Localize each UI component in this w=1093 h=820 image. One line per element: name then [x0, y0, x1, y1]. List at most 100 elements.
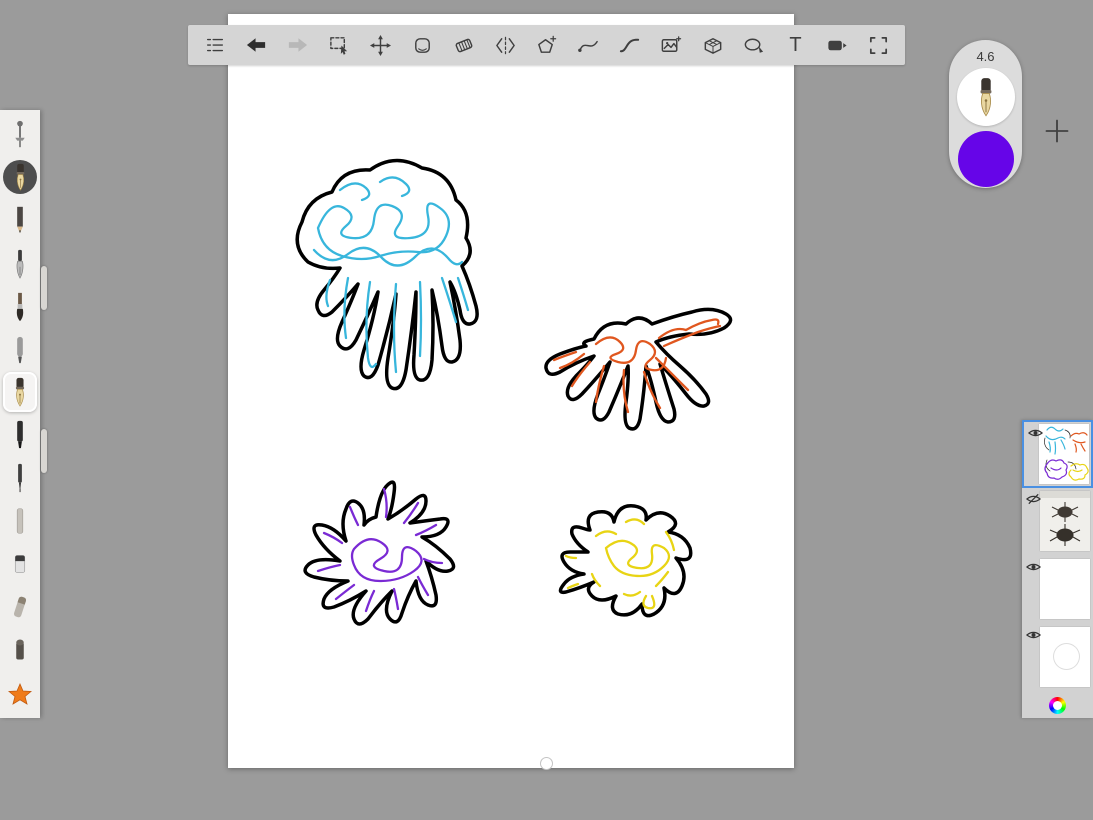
- move-button[interactable]: [367, 29, 394, 61]
- photo-plus-icon: [661, 35, 682, 52]
- eraser-block-icon: [414, 37, 430, 53]
- perspective-grid-button[interactable]: [699, 29, 726, 61]
- tool-current-preview[interactable]: [0, 156, 40, 198]
- doodle-crab: [544, 307, 733, 431]
- undo-button[interactable]: [243, 29, 270, 61]
- menu-button[interactable]: [201, 29, 228, 61]
- eye-open-icon: [1026, 631, 1041, 639]
- media-card-icon: [828, 40, 847, 50]
- frame-button[interactable]: [865, 29, 892, 61]
- doodle-outline: [544, 307, 733, 431]
- doodle-jellyfish: [295, 158, 479, 391]
- canvas-page[interactable]: [228, 14, 794, 770]
- color-swatch[interactable]: [957, 131, 1014, 187]
- drawing-app: T 4.6: [0, 0, 1093, 820]
- layer-row-background[interactable]: [1022, 624, 1093, 692]
- current-tool-circle: [3, 160, 37, 195]
- fountain-pen-icon: [15, 163, 25, 191]
- fineliner-icon: [18, 463, 22, 492]
- layers-panel: [1022, 420, 1093, 718]
- spline-button[interactable]: [616, 29, 643, 61]
- eye-open-icon: [1028, 429, 1043, 437]
- select-button[interactable]: [326, 29, 353, 61]
- tool-fineliner[interactable]: [0, 457, 40, 499]
- hatch-eraser-button[interactable]: [450, 29, 477, 61]
- split-stroke-button[interactable]: [492, 29, 519, 61]
- plus-icon: [1045, 119, 1069, 143]
- eye-icon[interactable]: [1028, 427, 1043, 442]
- pastel-stick-icon: [16, 508, 24, 534]
- tool-marker[interactable]: [0, 414, 40, 456]
- media-button[interactable]: [824, 29, 851, 61]
- doodle-outline: [303, 480, 456, 626]
- tool-blender[interactable]: [0, 586, 40, 628]
- undo-arrow-icon: [246, 38, 265, 52]
- s-curve-icon: [619, 38, 640, 52]
- layer-row-photo[interactable]: [1022, 488, 1093, 556]
- tool-pin[interactable]: [0, 113, 40, 155]
- reference-photo-thumbnail: [1040, 491, 1090, 551]
- airbrush-icon: [17, 336, 23, 364]
- bullet-marker-icon: [16, 639, 24, 660]
- curve-button[interactable]: [575, 29, 602, 61]
- current-brush-button[interactable]: [956, 68, 1015, 126]
- layer-thumbnail: [1040, 559, 1090, 619]
- list-icon: [206, 38, 223, 52]
- canvas-resize-handle[interactable]: [540, 757, 553, 770]
- tool-group-handle[interactable]: [41, 266, 47, 310]
- tool-fountain-pen[interactable]: [3, 372, 37, 413]
- top-toolbar: T: [188, 25, 905, 65]
- pin-tool-icon: [15, 120, 25, 148]
- add-layer-button[interactable]: [1040, 114, 1074, 148]
- eye-open-icon: [1026, 563, 1041, 571]
- paint-brush-icon: [16, 292, 24, 321]
- shapes-button[interactable]: [741, 29, 768, 61]
- text-tool-button[interactable]: T: [782, 29, 809, 61]
- move-arrows-icon: [369, 34, 392, 56]
- pentagon-plus-icon: [538, 35, 557, 53]
- tool-paint-brush[interactable]: [0, 286, 40, 328]
- duplicate-shape-button[interactable]: [533, 29, 560, 61]
- tool-rail: [0, 110, 40, 718]
- striped-parallelogram-icon: [455, 38, 472, 52]
- doodle-spiky: [303, 480, 456, 626]
- creatures-mini-thumbnail: [1044, 426, 1089, 481]
- color-wheel-center: [1053, 700, 1062, 710]
- doodle-splat: [558, 504, 693, 618]
- ellipse-pen-icon: [744, 38, 764, 53]
- tool-group-handle[interactable]: [41, 429, 47, 473]
- ink-nib-icon: [16, 249, 24, 279]
- color-wheel-icon[interactable]: [1049, 696, 1066, 714]
- split-chevrons-icon: [495, 36, 515, 54]
- blender-icon: [13, 597, 27, 618]
- background-color-circle: [1054, 644, 1079, 669]
- tool-pastel[interactable]: [0, 500, 40, 542]
- redo-button[interactable]: [284, 29, 311, 61]
- eye-icon[interactable]: [1026, 561, 1041, 576]
- tool-favorites[interactable]: [0, 673, 40, 715]
- brush-settings-panel: 4.6: [949, 40, 1022, 188]
- tool-airbrush[interactable]: [0, 329, 40, 371]
- tool-ink-pen[interactable]: [0, 243, 40, 285]
- color-wheel-row: [1022, 692, 1093, 718]
- tool-bullet-marker[interactable]: [0, 630, 40, 672]
- layer-thumbnail: [1040, 491, 1090, 551]
- doodle-outline: [295, 158, 479, 391]
- marker-icon: [17, 420, 23, 448]
- layer-row-empty[interactable]: [1022, 556, 1093, 624]
- insert-image-button[interactable]: [658, 29, 685, 61]
- curve-dot-icon: [577, 40, 598, 52]
- favorites-star-icon: [8, 682, 32, 705]
- eraser-icon: [14, 555, 26, 573]
- brush-size-value[interactable]: 4.6: [976, 49, 994, 66]
- fountain-pen-nib-icon: [979, 77, 992, 117]
- eraser-button[interactable]: [409, 29, 436, 61]
- eye-icon[interactable]: [1025, 493, 1042, 508]
- eye-off-icon: [1025, 493, 1042, 505]
- layer-row-creatures[interactable]: [1022, 420, 1093, 488]
- frame-corners-icon: [869, 36, 888, 54]
- tool-eraser[interactable]: [0, 543, 40, 585]
- eye-icon[interactable]: [1026, 629, 1041, 644]
- layer-thumbnail: [1040, 627, 1090, 687]
- tool-pencil[interactable]: [0, 199, 40, 241]
